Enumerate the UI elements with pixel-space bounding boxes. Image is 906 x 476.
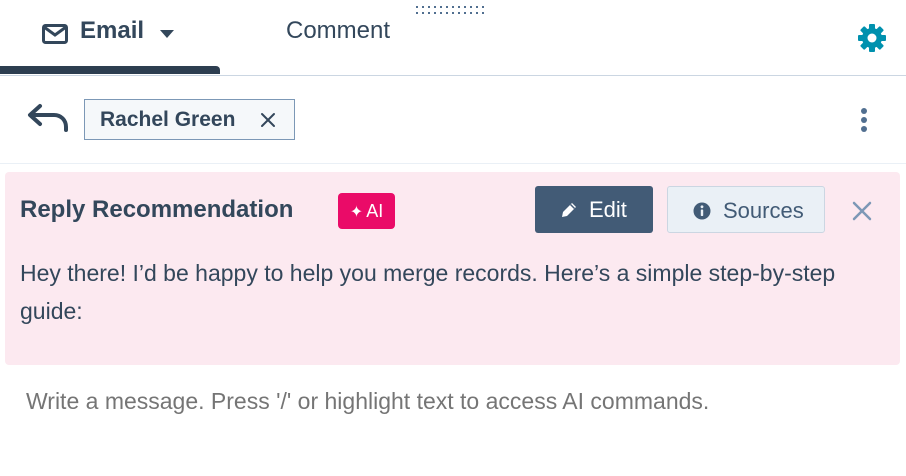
ai-badge-label: AI bbox=[366, 201, 384, 221]
reply-recommendation-card: Reply Recommendation ✦ AI Edit Sources He… bbox=[5, 172, 900, 365]
message-input[interactable] bbox=[26, 388, 886, 415]
edit-button[interactable]: Edit bbox=[535, 186, 653, 233]
info-icon bbox=[693, 202, 711, 220]
pencil-icon bbox=[562, 203, 576, 217]
recipient-chip[interactable]: Rachel Green bbox=[84, 99, 295, 140]
sources-button[interactable]: Sources bbox=[667, 186, 825, 233]
close-icon[interactable] bbox=[851, 200, 873, 222]
ai-badge: ✦ AI bbox=[338, 193, 395, 229]
recipient-name: Rachel Green bbox=[100, 108, 236, 131]
sources-button-label: Sources bbox=[723, 198, 804, 223]
recipient-row: Rachel Green bbox=[0, 76, 906, 164]
active-tab-indicator bbox=[0, 66, 220, 74]
edit-button-label: Edit bbox=[589, 197, 627, 222]
more-vertical-icon[interactable] bbox=[852, 104, 876, 136]
tab-comment[interactable]: Comment bbox=[286, 17, 390, 45]
reply-icon[interactable] bbox=[26, 102, 70, 134]
sparkle-icon: ✦ bbox=[349, 204, 364, 221]
recommendation-title: Reply Recommendation bbox=[20, 196, 294, 223]
composer-tabs: Email Comment bbox=[0, 0, 906, 76]
mail-icon bbox=[42, 24, 68, 44]
chevron-down-icon[interactable] bbox=[158, 28, 176, 40]
drag-handle[interactable] bbox=[416, 6, 490, 16]
tab-email-label: Email bbox=[80, 17, 145, 44]
gear-icon[interactable] bbox=[856, 22, 888, 54]
close-icon[interactable] bbox=[259, 111, 277, 129]
recommendation-body: Hey there! I’d be happy to help you merg… bbox=[20, 260, 836, 324]
tab-email[interactable]: Email bbox=[0, 0, 220, 75]
